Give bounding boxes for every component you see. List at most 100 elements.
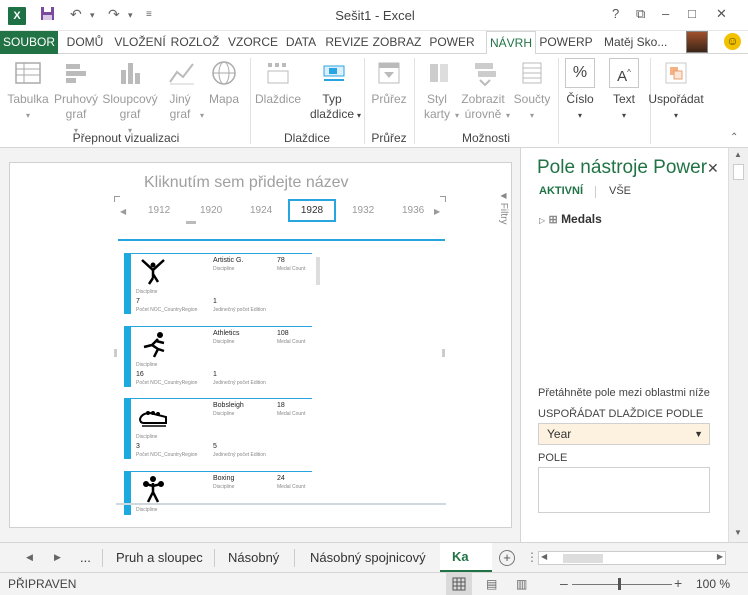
help-button[interactable]: ?	[612, 6, 619, 21]
zoom-out-button[interactable]: –	[560, 575, 568, 591]
zoom-slider-thumb[interactable]	[618, 578, 621, 590]
resize-handle[interactable]	[114, 349, 117, 357]
totals-button[interactable]: Součty ▾	[511, 58, 553, 123]
discipline-caption: Discipline	[213, 411, 235, 417]
ribbon-display-options-button[interactable]: ⧉	[636, 6, 645, 22]
group-label-options: Možnosti	[461, 131, 511, 145]
other-chart-button[interactable]: Jiný graf ▾	[160, 58, 204, 123]
tiles-button[interactable]: Dlaždice	[254, 58, 302, 107]
tab-insert[interactable]: VLOŽENÍ	[112, 31, 168, 54]
sheet-tab-bar-column[interactable]: Pruh a sloupec	[116, 543, 203, 572]
table-button[interactable]: Tabulka ▾	[6, 58, 50, 123]
map-button[interactable]: Mapa	[205, 58, 243, 107]
tab-all[interactable]: VŠE	[609, 185, 631, 197]
scroll-right-icon[interactable]: ▶	[717, 552, 723, 561]
power-view-canvas[interactable]: Kliknutím sem přidejte název ◀ Filtry ◀ …	[9, 162, 512, 528]
tab-layout[interactable]: ROZLOŽ	[170, 31, 220, 54]
scroll-left-icon[interactable]: ◀	[120, 207, 126, 216]
tab-formulas[interactable]: VZORCE	[226, 31, 280, 54]
list-item[interactable]: Athletics Discipline 108 Medal Count Dis…	[124, 326, 312, 387]
tile-type-button[interactable]: Typ dlaždice ▾	[306, 58, 362, 123]
tab-design[interactable]: NÁVRH	[486, 31, 536, 55]
list-item[interactable]: Bobsleigh Discipline 18 Medal Count Disc…	[124, 398, 312, 459]
column-chart-button[interactable]: Sloupcový graf▾	[101, 58, 159, 138]
undo-dropdown-icon[interactable]: ▾	[90, 10, 95, 21]
user-name[interactable]: Matěj Sko...	[604, 31, 667, 53]
undo-icon[interactable]: ↶	[70, 6, 82, 23]
tab-year-1936[interactable]: 1936	[402, 205, 424, 216]
tile-accent-bar	[124, 472, 131, 515]
slicer-button[interactable]: Průřez	[368, 58, 410, 107]
scroll-up-icon[interactable]: ▲	[734, 150, 742, 159]
scroll-down-icon[interactable]: ▼	[734, 528, 742, 537]
scroll-thumb[interactable]	[563, 554, 603, 563]
zoom-slider-track[interactable]	[572, 584, 672, 585]
tab-file[interactable]: SOUBOR	[0, 31, 58, 54]
scroll-left-icon[interactable]: ◀	[541, 552, 547, 561]
tiles-container[interactable]: Artistic G. Discipline 78 Medal Count Di…	[118, 253, 328, 515]
next-sheet-icon[interactable]: ▶	[54, 543, 61, 572]
number-button[interactable]: % Číslo ▾	[562, 58, 598, 123]
close-button[interactable]: ✕	[716, 6, 727, 22]
tab-scroll-menu-icon[interactable]: ⋮	[526, 543, 538, 572]
save-icon[interactable]	[40, 6, 55, 24]
sheet-tab-multiple[interactable]: Násobný	[228, 543, 279, 572]
show-levels-button[interactable]: Zobrazit úrovně ▾	[460, 58, 510, 123]
vertical-scrollbar[interactable]: ▲ ▼	[728, 148, 748, 542]
noc-count-caption: Počet NOC_CountryRegion	[136, 452, 198, 458]
list-item[interactable]: Artistic G. Discipline 78 Medal Count Di…	[124, 253, 312, 314]
close-pane-button[interactable]: ✕	[707, 160, 719, 177]
tab-power[interactable]: POWER	[428, 31, 476, 54]
sheet-tab-bar: ◀ ▶ ... Pruh a sloupec Násobný Násobný s…	[0, 542, 748, 572]
list-item[interactable]: Boxing Discipline 24 Medal Count Discipl…	[124, 471, 312, 515]
arrange-button[interactable]: Uspořádat ▾	[646, 58, 706, 123]
tab-year-1928-selected[interactable]: 1928	[288, 199, 336, 222]
scroll-thumb[interactable]	[733, 164, 744, 180]
previous-sheet-icon[interactable]: ◀	[26, 543, 33, 572]
sheet-tab-multiple-line[interactable]: Násobný spojnicový	[310, 543, 426, 572]
fields-drop-zone[interactable]	[538, 467, 710, 513]
title-placeholder[interactable]: Kliknutím sem přidejte název	[144, 174, 349, 192]
fields-section-label: POLE	[538, 452, 568, 464]
tab-active[interactable]: AKTIVNÍ	[539, 185, 583, 197]
field-table-medals[interactable]: ▷ ⊞ Medals	[539, 212, 602, 226]
more-sheets-button[interactable]: ...	[80, 543, 91, 572]
customize-qat-icon[interactable]: ≡	[146, 9, 152, 20]
minimize-button[interactable]: –	[662, 6, 669, 21]
tab-review[interactable]: REVIZE	[324, 31, 370, 54]
tab-year-1912[interactable]: 1912	[148, 205, 170, 216]
avatar[interactable]	[686, 31, 708, 53]
tab-year-1932[interactable]: 1932	[352, 205, 374, 216]
discipline-name: Bobsleigh	[213, 402, 244, 409]
zoom-level[interactable]: 100 %	[696, 577, 730, 591]
tab-year-1924[interactable]: 1924	[250, 205, 272, 216]
scroll-right-icon[interactable]: ▶	[434, 207, 440, 216]
collapse-ribbon-icon[interactable]: ⌃	[730, 132, 738, 143]
page-layout-view-icon[interactable]: ▤	[486, 577, 497, 591]
normal-view-button[interactable]	[446, 573, 472, 595]
noc-count-caption: Počet NOC_CountryRegion	[136, 380, 198, 386]
page-break-view-icon[interactable]: ▥	[516, 577, 527, 591]
tab-year-1920[interactable]: 1920	[200, 205, 222, 216]
tab-view[interactable]: ZOBRAZ	[372, 31, 422, 54]
tiles-scrollbar[interactable]	[316, 257, 320, 285]
new-sheet-button[interactable]: +	[499, 550, 515, 566]
redo-icon[interactable]: ↷	[108, 6, 120, 23]
sort-field-select[interactable]: Year ▼	[538, 423, 710, 445]
zoom-in-button[interactable]: +	[674, 575, 682, 591]
bar-chart-button[interactable]: Pruhový graf▾	[53, 58, 99, 138]
horizontal-scrollbar[interactable]: ◀ ▶	[538, 551, 726, 565]
medal-count-value: 18	[277, 402, 285, 409]
group-label-slicer: Průřez	[371, 131, 407, 145]
card-style-button[interactable]: Styl karty ▾	[418, 58, 460, 123]
feedback-smiley-icon[interactable]: ☺	[724, 33, 741, 50]
filters-pane-toggle[interactable]: ◀ Filtry	[498, 191, 509, 224]
tab-home[interactable]: DOMŮ	[62, 31, 108, 54]
tab-data[interactable]: DATA	[282, 31, 320, 54]
resize-handle[interactable]	[442, 349, 445, 357]
text-button[interactable]: A^ Text ▾	[604, 58, 644, 123]
sheet-tab-active[interactable]: Ka	[440, 543, 492, 572]
redo-dropdown-icon[interactable]: ▾	[128, 10, 133, 21]
tab-powerpivot[interactable]: POWERP	[538, 31, 594, 54]
restore-button[interactable]: □	[688, 6, 696, 21]
